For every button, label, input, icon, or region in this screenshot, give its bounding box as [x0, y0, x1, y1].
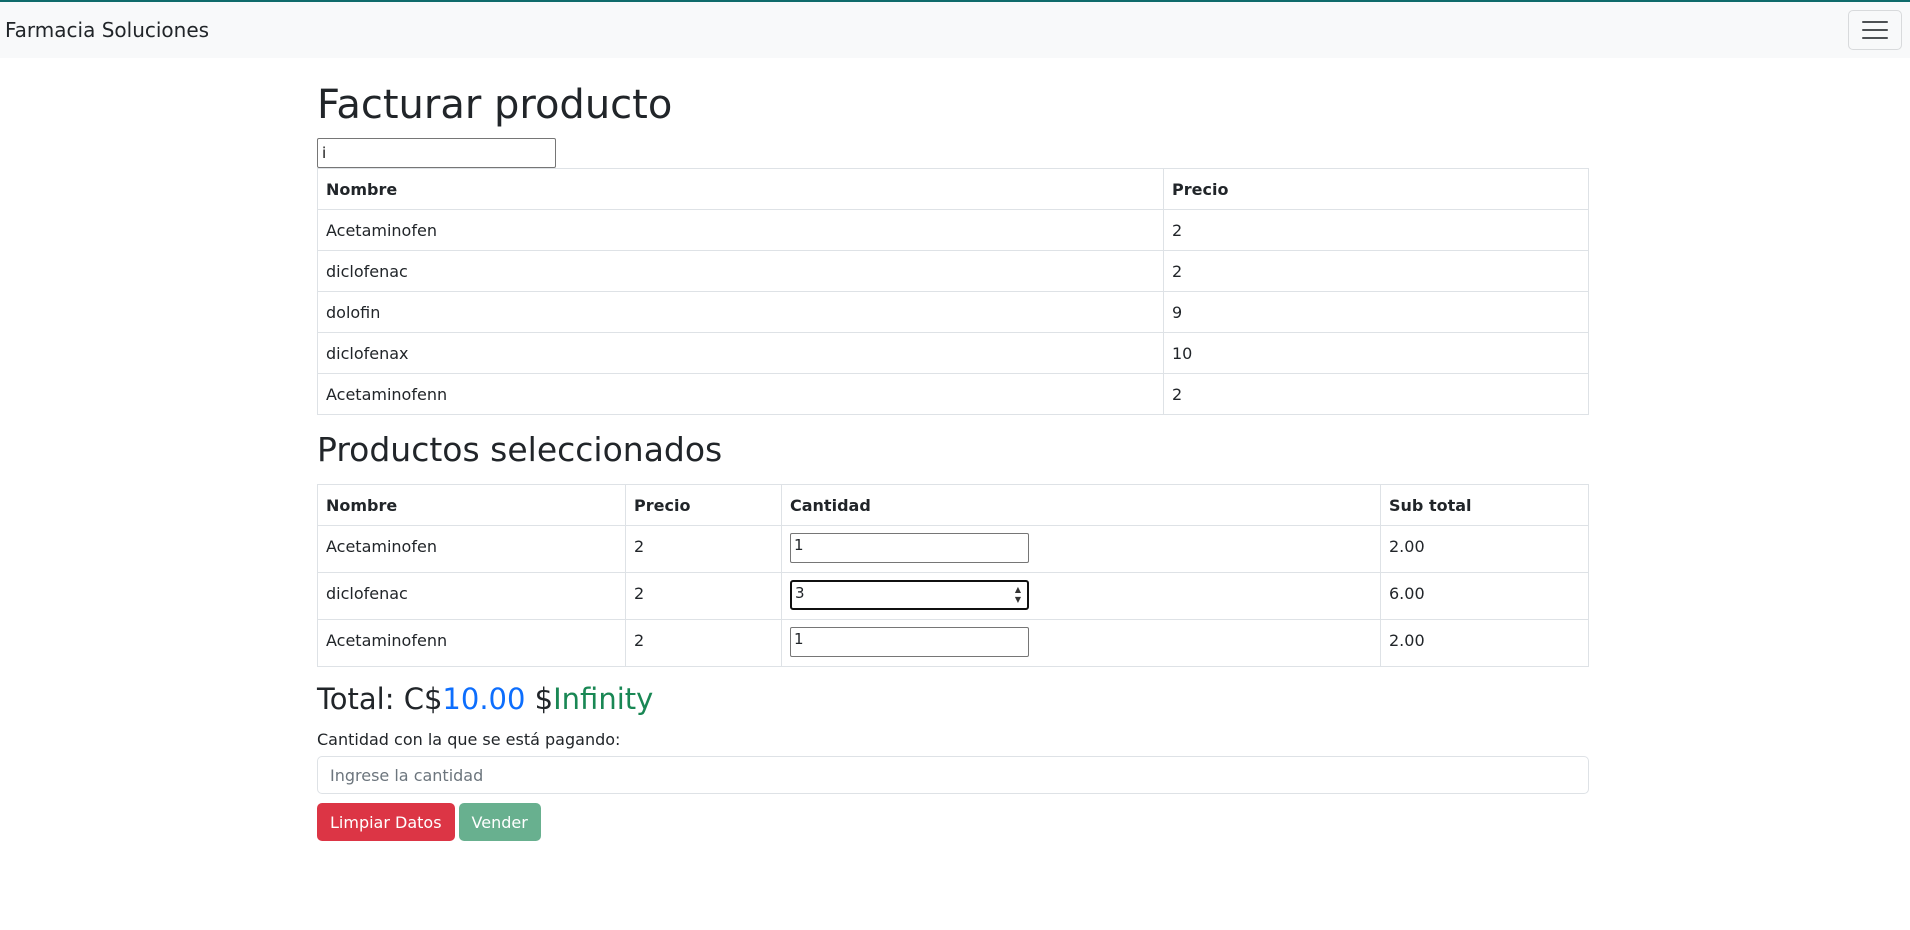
table-row[interactable]: Acetaminofenn 2	[317, 373, 1589, 415]
product-price: 2	[1163, 250, 1589, 292]
main-container: Facturar producto Nombre Precio Acetamin…	[317, 58, 1589, 841]
sell-button[interactable]: Vender	[458, 803, 541, 841]
table-row[interactable]: diclofenax 10	[317, 332, 1589, 374]
quantity-input-focused[interactable]: 3 ▲ ▼	[790, 580, 1029, 610]
quantity-input[interactable]: 1	[790, 627, 1029, 657]
spinner-arrows-icon[interactable]: ▲ ▼	[1015, 585, 1021, 605]
table-row: diclofenac 2 3 ▲ ▼ 6.00	[317, 572, 1589, 620]
action-buttons: Limpiar Datos Vender	[317, 803, 1589, 841]
brand-link[interactable]: Farmacia Soluciones	[5, 18, 209, 42]
selected-subtotal: 2.00	[1380, 525, 1589, 573]
quantity-value: 3	[795, 584, 805, 602]
navbar: Farmacia Soluciones	[0, 0, 1910, 58]
selected-name: diclofenac	[317, 572, 626, 620]
quantity-cell: 3 ▲ ▼	[781, 572, 1381, 620]
total-cordobas: 10.00	[442, 682, 526, 716]
selected-products-table: Nombre Precio Cantidad Sub total Acetami…	[317, 484, 1589, 667]
product-price: 10	[1163, 332, 1589, 374]
table-row: Acetaminofenn 2 1 2.00	[317, 619, 1589, 667]
clear-data-button[interactable]: Limpiar Datos	[317, 803, 455, 841]
table-header-row: Nombre Precio Cantidad Sub total	[317, 484, 1589, 526]
table-row[interactable]: Acetaminofen 2	[317, 209, 1589, 251]
payment-amount-input[interactable]: Ingrese la cantidad	[317, 756, 1589, 794]
product-name: Acetaminofen	[317, 209, 1164, 251]
header-nombre: Nombre	[317, 168, 1164, 210]
product-name: Acetaminofenn	[317, 373, 1164, 415]
product-price: 9	[1163, 291, 1589, 333]
table-row: Acetaminofen 2 1 2.00	[317, 525, 1589, 573]
product-name: dolofin	[317, 291, 1164, 333]
table-row[interactable]: diclofenac 2	[317, 250, 1589, 292]
table-row[interactable]: dolofin 9	[317, 291, 1589, 333]
search-input[interactable]	[317, 138, 556, 168]
usd-symbol: $	[534, 682, 554, 716]
quantity-cell: 1	[781, 525, 1381, 573]
hamburger-icon	[1862, 21, 1888, 39]
page-title: Facturar producto	[317, 82, 673, 128]
selected-subtotal: 6.00	[1380, 572, 1589, 620]
selected-name: Acetaminofen	[317, 525, 626, 573]
product-price: 2	[1163, 373, 1589, 415]
total-line: Total: C$10.00 $Infinity	[317, 682, 1589, 722]
product-name: diclofenac	[317, 250, 1164, 292]
navbar-toggler[interactable]	[1848, 10, 1902, 50]
selected-price: 2	[625, 619, 782, 667]
total-usd: Infinity	[553, 682, 654, 716]
total-label: Total: C$	[317, 682, 443, 716]
payment-placeholder: Ingrese la cantidad	[330, 765, 484, 785]
quantity-input[interactable]: 1	[790, 533, 1029, 563]
selected-price: 2	[625, 572, 782, 620]
product-price: 2	[1163, 209, 1589, 251]
selected-name: Acetaminofenn	[317, 619, 626, 667]
header-subtotal: Sub total	[1380, 484, 1589, 526]
header-precio: Precio	[1163, 168, 1589, 210]
selected-subtotal: 2.00	[1380, 619, 1589, 667]
selected-price: 2	[625, 525, 782, 573]
header-nombre: Nombre	[317, 484, 626, 526]
selected-products-title: Productos seleccionados	[317, 430, 723, 469]
quantity-cell: 1	[781, 619, 1381, 667]
product-name: diclofenax	[317, 332, 1164, 374]
payment-label: Cantidad con la que se está pagando:	[317, 730, 621, 749]
table-header-row: Nombre Precio	[317, 168, 1589, 210]
products-table: Nombre Precio Acetaminofen 2 diclofenac …	[317, 168, 1589, 415]
header-cantidad: Cantidad	[781, 484, 1381, 526]
header-precio: Precio	[625, 484, 782, 526]
